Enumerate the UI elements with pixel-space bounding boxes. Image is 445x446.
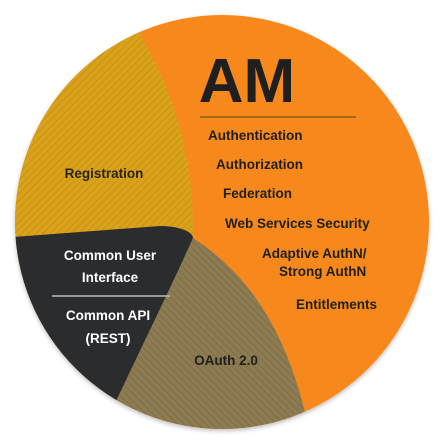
feature-authentication: Authentication [208, 128, 303, 143]
common-api-line2: (REST) [86, 331, 131, 346]
am-venn-diagram: AM Authentication Authorization Federati… [15, 15, 429, 429]
am-title: AM [199, 47, 295, 116]
feature-federation: Federation [223, 186, 292, 201]
oauth-label: OAuth 2.0 [194, 353, 258, 368]
feature-entitlements: Entitlements [296, 297, 377, 312]
common-user-interface-line2: Interface [82, 270, 139, 285]
feature-adaptive-authn: Adaptive AuthN/ [262, 246, 367, 261]
registration-label: Registration [65, 166, 144, 181]
common-api-line1: Common API [66, 308, 150, 323]
feature-strong-authn: Strong AuthN [279, 264, 366, 279]
feature-web-services-security: Web Services Security [225, 216, 370, 231]
feature-authorization: Authorization [216, 157, 303, 172]
common-user-interface-line1: Common User [64, 248, 157, 263]
